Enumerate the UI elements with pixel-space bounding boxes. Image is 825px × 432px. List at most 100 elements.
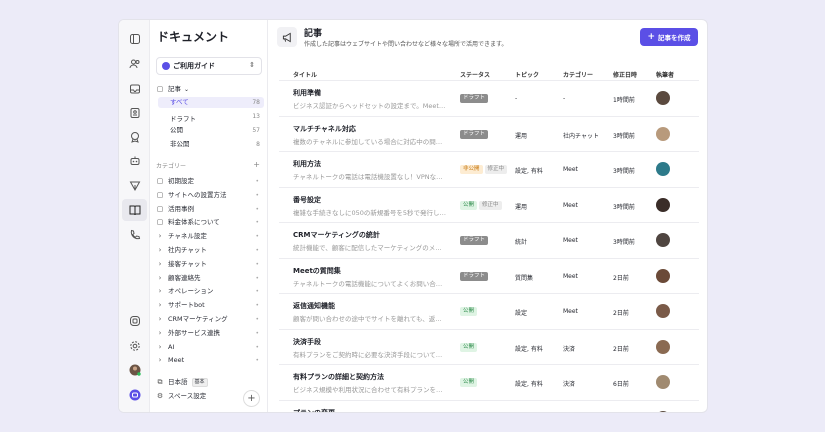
- table-row[interactable]: 番号設定 複雑な手続きなしに050の新規番号を5秒で発行し… 公開 修正中 運用 Meet…: [279, 188, 699, 223]
- column-modified[interactable]: 修正日時: [613, 70, 637, 79]
- status-cell: 公開: [460, 378, 478, 387]
- article-description: 有料プランをご契約時に必要な決済手段について…: [293, 350, 443, 359]
- column-title[interactable]: タイトル: [293, 70, 317, 79]
- category-item[interactable]: › Meet •: [156, 355, 264, 366]
- article-title: 有料プランの詳細と契約方法: [293, 373, 384, 381]
- sidebar-title: ドキュメント: [157, 30, 230, 44]
- badge-icon[interactable]: [126, 128, 143, 145]
- add-category-icon[interactable]: +: [253, 160, 260, 169]
- sidebar-item-draft[interactable]: ドラフト 13: [158, 113, 264, 125]
- contacts-icon[interactable]: [126, 55, 143, 72]
- inbox-icon[interactable]: [126, 30, 143, 47]
- sidebar-item-all[interactable]: すべて 78: [158, 97, 264, 108]
- table-row[interactable]: 有料プランの詳細と契約方法 ビジネス規模や利用状況に合わせて有料プランを… 公開 設定…: [279, 365, 699, 401]
- author-avatar[interactable]: [656, 162, 670, 176]
- category-item[interactable]: › AI •: [156, 342, 264, 353]
- phone-icon[interactable]: [126, 226, 143, 243]
- table-row[interactable]: 返信通知機能 顧客が問い合わせの途中でサイトを離れても、返… 公開 設定 Meet 2日前: [279, 294, 699, 330]
- status-cell: 公開: [460, 342, 478, 352]
- create-article-button[interactable]: + 記事を作成: [640, 28, 698, 46]
- author-avatar[interactable]: [656, 339, 670, 354]
- author-avatar[interactable]: [656, 410, 670, 412]
- author-avatar[interactable]: [656, 91, 670, 105]
- bot-icon[interactable]: [126, 152, 143, 169]
- tray-icon[interactable]: [126, 80, 143, 97]
- category-item[interactable]: › CRMマーケティング •: [156, 314, 264, 325]
- gear-icon[interactable]: [126, 337, 143, 354]
- table-row[interactable]: 決済手段 有料プランをご契約時に必要な決済手段について… 公開 設定, 有料 決済 2日前: [279, 330, 699, 365]
- status-cell: 非公開 修正中: [460, 165, 508, 174]
- more-dot-icon[interactable]: •: [255, 328, 259, 339]
- sidebar-item-private[interactable]: 非公開 8: [158, 139, 264, 150]
- guide-selector[interactable]: ご利用ガイド ⇕: [156, 57, 262, 75]
- more-dot-icon[interactable]: •: [255, 273, 259, 284]
- more-dot-icon[interactable]: •: [255, 231, 259, 242]
- modified-date: 6日前: [613, 381, 629, 388]
- table-row[interactable]: 利用準備 ビジネス認証からヘッドセットの設定まで。Meet… ドラフト - - 1時間前: [279, 81, 699, 117]
- more-dot-icon[interactable]: •: [255, 355, 259, 366]
- chevron-right-icon: ›: [158, 287, 162, 296]
- author-avatar[interactable]: [656, 197, 670, 212]
- document-icon: ▢: [156, 190, 164, 199]
- more-dot-icon[interactable]: •: [255, 204, 259, 215]
- modified-date: 3時間前: [613, 239, 635, 246]
- column-category[interactable]: カテゴリー: [563, 70, 593, 79]
- sidebar-articles-header[interactable]: ▢ 記事 ⌄: [156, 84, 264, 95]
- category-item[interactable]: › 外部サービス連携 •: [156, 328, 264, 339]
- author-avatar[interactable]: [656, 233, 670, 247]
- category-item-label: 接客チャット: [168, 259, 207, 268]
- topic-cell: 設定, 有料: [515, 381, 543, 388]
- author-avatar[interactable]: [656, 375, 670, 389]
- more-dot-icon[interactable]: •: [255, 300, 259, 311]
- category-item[interactable]: › チャネル設定 •: [156, 231, 264, 242]
- column-topic[interactable]: トピック: [515, 70, 539, 79]
- more-dot-icon[interactable]: •: [255, 217, 259, 228]
- brand-logo-icon[interactable]: [126, 386, 143, 403]
- column-author[interactable]: 執筆者: [656, 70, 674, 79]
- more-dot-icon[interactable]: •: [255, 286, 259, 297]
- language-selector[interactable]: ⧉ 日本語 基本: [156, 377, 264, 388]
- table-row[interactable]: Meetの質問集 チャネルトークの電話機能についてよくお問い合… ドラフト 質問集 Me…: [279, 259, 699, 294]
- category-item[interactable]: › 接客チャット •: [156, 259, 264, 270]
- sidebar-item-label: 非公開: [170, 140, 190, 148]
- form-icon[interactable]: [126, 104, 143, 121]
- document-icon: ▢: [156, 85, 164, 93]
- table-row[interactable]: 利用方法 チャネルトークの電話は電話機設置なし！VPNな… 非公開 修正中 設定, 有料…: [279, 152, 699, 188]
- category-item[interactable]: ▢ 料金体系について •: [156, 217, 264, 228]
- status-cell: 公開 修正中: [460, 200, 502, 210]
- support-chat-icon[interactable]: [126, 312, 143, 329]
- avatar[interactable]: [126, 361, 143, 378]
- send-icon[interactable]: [126, 177, 143, 194]
- article-title: 決済手段: [293, 337, 321, 346]
- documents-icon[interactable]: [122, 199, 147, 221]
- table-row[interactable]: CRMマーケティングの統計 統計機能で、顧客に配信したマーケティングのメ… ドラフト…: [279, 223, 699, 259]
- category-item-label: AI: [168, 342, 175, 351]
- table-row[interactable]: マルチチャネル対応 複数のチャネルに参加している場合に対応中の問… ドラフト 運用 社内…: [279, 117, 699, 152]
- category-item[interactable]: ▢ サイトへの設置方法 •: [156, 190, 264, 201]
- category-cell: Meet: [563, 201, 578, 209]
- author-avatar[interactable]: [656, 126, 670, 141]
- category-item[interactable]: › 社内チャット •: [156, 245, 264, 256]
- author-avatar[interactable]: [656, 304, 670, 318]
- more-dot-icon[interactable]: •: [255, 342, 259, 353]
- category-item[interactable]: ▢ 活用事例 •: [156, 204, 264, 215]
- table-row[interactable]: プランの変更: [279, 401, 699, 412]
- category-cell: 決済: [563, 381, 576, 388]
- more-dot-icon[interactable]: •: [255, 245, 259, 256]
- category-item[interactable]: › サポートbot •: [156, 300, 264, 311]
- add-button[interactable]: +: [243, 390, 260, 407]
- category-heading: カテゴリー +: [156, 160, 264, 170]
- sidebar-item-published[interactable]: 公開 57: [158, 125, 264, 136]
- topic-cell: 質問集: [515, 274, 534, 282]
- more-dot-icon[interactable]: •: [255, 259, 259, 270]
- category-item[interactable]: › 顧客連絡先 •: [156, 273, 264, 284]
- more-dot-icon[interactable]: •: [255, 314, 259, 325]
- more-dot-icon[interactable]: •: [255, 190, 259, 201]
- category-item[interactable]: ▢ 初期設定 •: [156, 176, 264, 187]
- status-badge: 公開: [460, 342, 478, 352]
- category-item[interactable]: › オペレーション •: [156, 286, 264, 297]
- column-status[interactable]: ステータス: [460, 70, 490, 79]
- author-avatar[interactable]: [656, 268, 670, 283]
- sidebar-item-count: 13: [252, 113, 260, 120]
- more-dot-icon[interactable]: •: [255, 176, 259, 187]
